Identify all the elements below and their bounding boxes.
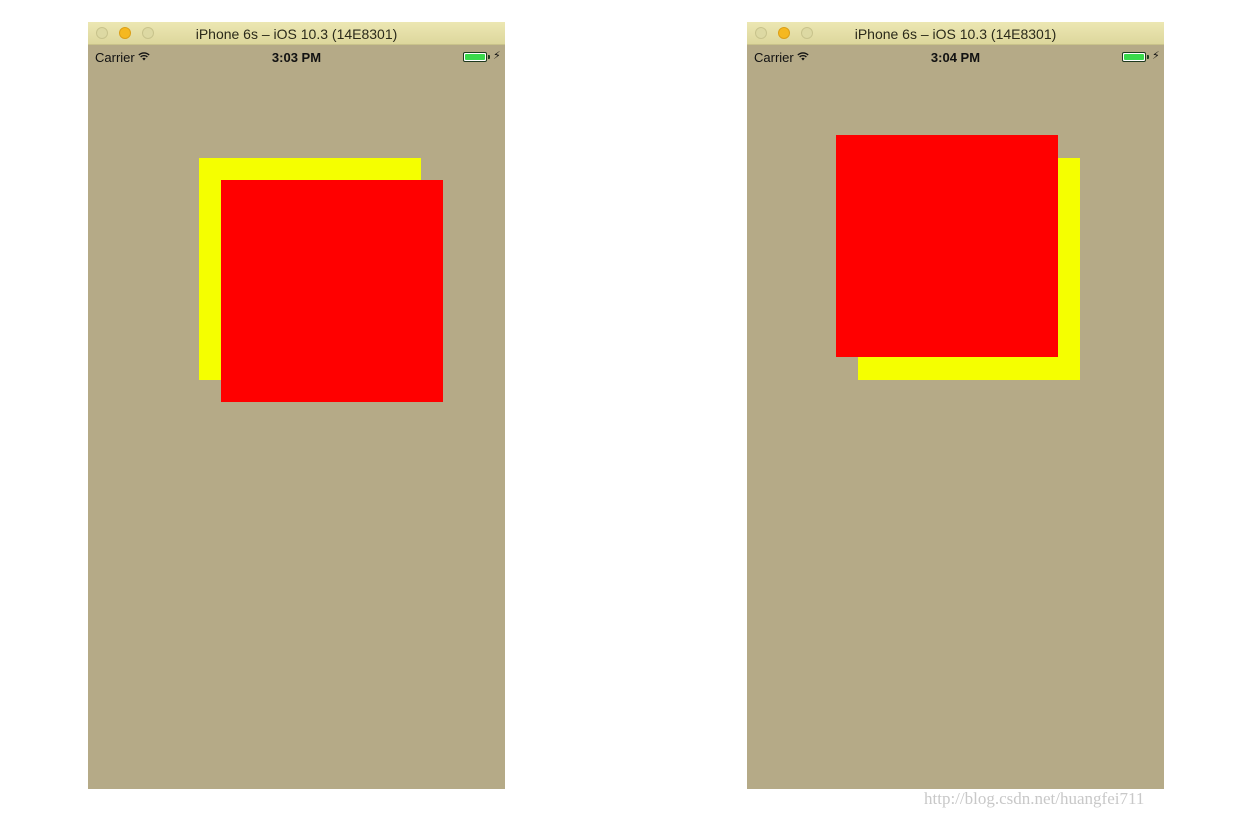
battery-level (465, 54, 485, 60)
red-view[interactable] (221, 180, 443, 402)
status-time: 3:04 PM (930, 50, 981, 65)
battery-level (1124, 54, 1144, 60)
red-view[interactable] (836, 135, 1058, 357)
simulator-window-left: iPhone 6s – iOS 10.3 (14E8301) Carrier 3… (88, 22, 505, 789)
window-title: iPhone 6s – iOS 10.3 (14E8301) (854, 26, 1057, 42)
title-bar: iPhone 6s – iOS 10.3 (14E8301) (88, 22, 505, 45)
charging-bolt-icon: ⚡ (1152, 50, 1160, 62)
simulator-window-right: iPhone 6s – iOS 10.3 (14E8301) Carrier 3… (747, 22, 1164, 789)
ios-status-bar: Carrier 3:03 PM ⚡ (88, 46, 505, 68)
charging-bolt-icon: ⚡ (493, 50, 501, 62)
title-bar: iPhone 6s – iOS 10.3 (14E8301) (747, 22, 1164, 45)
status-time: 3:03 PM (271, 50, 322, 65)
watermark-text: http://blog.csdn.net/huangfei711 (924, 789, 1145, 808)
battery-icon: ⚡ (1122, 50, 1160, 63)
window-title: iPhone 6s – iOS 10.3 (14E8301) (195, 26, 398, 42)
battery-icon: ⚡ (463, 50, 501, 63)
ios-status-bar: Carrier 3:04 PM ⚡ (747, 46, 1164, 68)
